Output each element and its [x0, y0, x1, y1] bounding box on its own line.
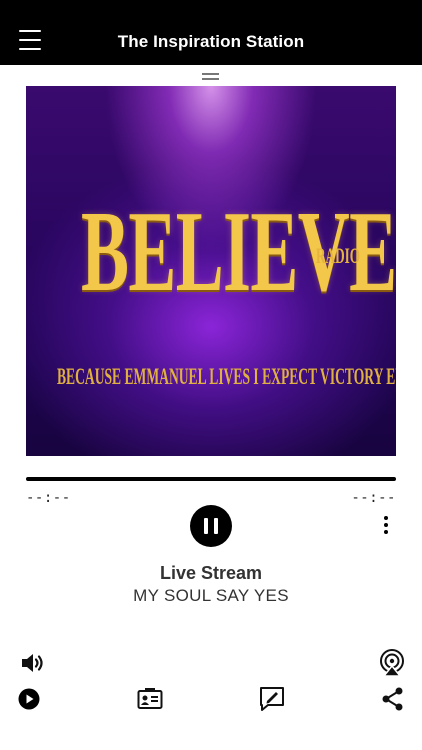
volume-icon[interactable] — [20, 651, 46, 675]
progress-bar[interactable] — [26, 477, 396, 481]
artwork-tagline: BECAUSE EMMANUEL LIVES I EXPECT VICTORY … — [57, 364, 396, 389]
airplay-icon[interactable] — [378, 649, 406, 677]
more-vertical-icon[interactable] — [380, 516, 392, 536]
artwork-logo-sub: RADIO — [316, 243, 361, 268]
share-icon[interactable] — [381, 686, 405, 712]
play-icon[interactable] — [18, 688, 40, 710]
pause-icon — [204, 518, 208, 534]
remaining-time: --:-- — [351, 490, 396, 506]
track-title: MY SOUL SAY YES — [133, 586, 289, 605]
stream-label: Live Stream — [159, 563, 263, 583]
contact-card-icon[interactable] — [137, 688, 163, 710]
page-title: The Inspiration Station — [117, 32, 305, 51]
drag-handle[interactable] — [202, 73, 219, 81]
pause-button[interactable] — [190, 505, 232, 547]
elapsed-time: --:-- — [26, 490, 71, 506]
album-artwork: BELIEVE RADIO BECAUSE EMMANUEL LIVES I E… — [26, 86, 396, 456]
compose-icon[interactable] — [259, 686, 285, 712]
top-bar: The Inspiration Station — [0, 0, 422, 65]
